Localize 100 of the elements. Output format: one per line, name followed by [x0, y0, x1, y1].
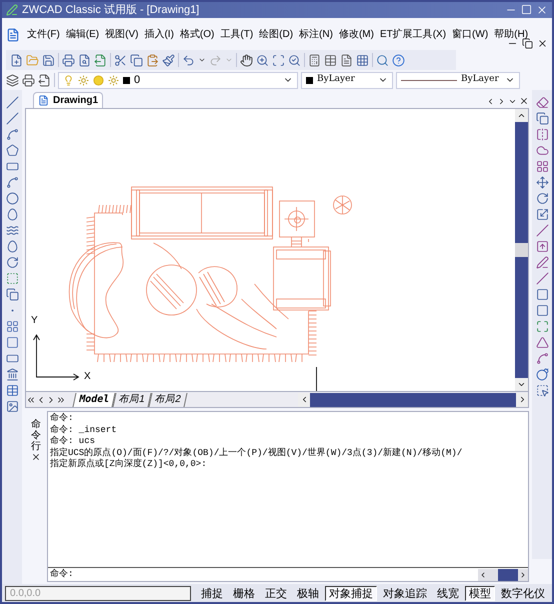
close-icon[interactable] — [519, 96, 529, 106]
status-toggle[interactable]: 对象追踪 — [379, 586, 431, 600]
move-icon[interactable] — [536, 176, 548, 189]
cursor-line — [316, 366, 317, 391]
zoom-icon[interactable] — [256, 54, 269, 66]
document-icon — [6, 28, 20, 42]
menu-item[interactable]: 帮助(H) — [491, 28, 532, 42]
next-icon[interactable] — [497, 96, 506, 106]
explode-icon[interactable] — [536, 368, 548, 381]
lightbulb-icon — [63, 74, 74, 86]
menu-item[interactable]: ET扩展工具(X) — [376, 28, 450, 42]
status-toggle[interactable]: 线宽 — [433, 586, 463, 600]
color-swatch-icon — [306, 76, 313, 84]
horizontal-scrollbar[interactable] — [478, 568, 528, 580]
menu-item[interactable]: 插入(I) — [141, 28, 177, 42]
search-icon[interactable] — [376, 54, 389, 66]
layer-manager-icon[interactable] — [6, 74, 19, 86]
scale-icon[interactable] — [536, 208, 548, 221]
layout-tab[interactable]: 布局1 — [112, 392, 152, 406]
app-logo-icon — [6, 4, 18, 16]
menu-item[interactable]: 绘图(D) — [256, 28, 296, 42]
color-dropdown[interactable]: ByLayer — [301, 72, 393, 88]
publish-icon[interactable] — [94, 54, 107, 66]
command-history-line: 命令: ucs — [50, 436, 96, 448]
match-properties-icon[interactable] — [162, 54, 175, 66]
line-icon[interactable] — [6, 96, 18, 109]
preview-icon[interactable] — [78, 54, 91, 66]
polygon-icon[interactable] — [6, 144, 18, 157]
menu-item[interactable]: 文件(F) — [24, 28, 63, 42]
menu-item[interactable]: 视图(V) — [102, 28, 142, 42]
status-toggle[interactable]: 模型 — [465, 586, 495, 600]
help-icon[interactable] — [392, 54, 405, 66]
layer-dropdown[interactable]: 0 — [58, 72, 298, 88]
copy-object-icon[interactable] — [536, 112, 548, 125]
image-icon[interactable] — [6, 400, 18, 413]
menu-item[interactable]: 修改(M) — [336, 28, 377, 42]
break-icon[interactable] — [536, 256, 548, 269]
scroll-thumb[interactable] — [515, 243, 528, 257]
spline-icon[interactable] — [6, 224, 18, 237]
select-icon[interactable] — [536, 384, 548, 397]
scroll-right-icon[interactable] — [519, 570, 527, 578]
layer-previous-icon[interactable] — [22, 74, 35, 86]
extend-icon[interactable] — [536, 240, 548, 253]
tool-palette-icon[interactable] — [340, 54, 353, 66]
scroll-up-icon[interactable] — [517, 111, 526, 120]
color-swatch-icon — [123, 76, 130, 84]
status-toggle[interactable]: 捕捉 — [197, 586, 227, 600]
scroll-down-icon[interactable] — [517, 380, 526, 389]
menu-item[interactable]: 编辑(E) — [62, 28, 102, 42]
maximize-icon[interactable] — [521, 4, 532, 15]
table-icon[interactable] — [6, 384, 18, 397]
polyline-icon[interactable] — [6, 128, 18, 141]
cut-icon[interactable] — [114, 54, 127, 66]
zoom-window-icon[interactable] — [272, 54, 285, 66]
zoom-previous-icon[interactable] — [288, 54, 301, 66]
axis-label: X — [84, 372, 91, 382]
status-toggle[interactable]: 正交 — [261, 586, 291, 600]
rotate-icon[interactable] — [536, 192, 548, 205]
status-toggle[interactable]: 数字化仪 — [497, 586, 549, 600]
vertical-scrollbar[interactable] — [515, 109, 528, 391]
layout-tab[interactable]: 布局2 — [148, 392, 187, 406]
arc-icon[interactable] — [6, 176, 18, 189]
layout-tab[interactable]: Model — [72, 392, 116, 406]
menu-item[interactable]: 窗口(W) — [449, 28, 492, 42]
status-toggle[interactable]: 栅格 — [229, 586, 259, 600]
last-tab-icon[interactable] — [56, 394, 66, 404]
document-tab[interactable]: Drawing1 — [33, 92, 104, 108]
undo-icon[interactable] — [182, 54, 195, 66]
array-icon[interactable] — [536, 160, 548, 173]
first-tab-icon[interactable] — [26, 394, 36, 404]
command-history-line: 命令: — [50, 413, 74, 424]
close-icon[interactable] — [537, 38, 548, 49]
caret-icon[interactable] — [198, 56, 206, 64]
linetype-dropdown[interactable]: ByLayer — [396, 72, 520, 88]
menu-item[interactable]: 标注(N) — [296, 28, 336, 42]
copy-icon[interactable] — [130, 54, 143, 66]
status-toggle[interactable]: 对象捕捉 — [325, 586, 377, 600]
print-icon[interactable] — [62, 54, 75, 66]
restore-icon[interactable] — [522, 38, 533, 49]
layer-state-icon[interactable] — [38, 74, 51, 86]
paste-icon[interactable] — [146, 54, 159, 66]
coordinates-display: 0.0,0.0 — [5, 586, 192, 600]
save-icon[interactable] — [42, 54, 55, 66]
scroll-left-icon[interactable] — [479, 570, 487, 578]
new-file-icon[interactable] — [10, 54, 23, 66]
mirror-icon[interactable] — [536, 128, 548, 141]
eraser-icon[interactable] — [536, 96, 548, 109]
previous-icon[interactable] — [486, 96, 495, 106]
horizontal-scrollbar[interactable] — [298, 392, 528, 406]
menu-item[interactable]: 格式(O) — [176, 28, 218, 42]
status-toggle[interactable]: 极轴 — [293, 586, 323, 600]
color-name: ByLayer — [317, 73, 355, 86]
construction-line-icon[interactable] — [6, 112, 18, 125]
layer-name: 0 — [134, 72, 140, 88]
command-prompt[interactable]: 命令: — [48, 568, 76, 582]
menu-item[interactable]: 工具(T) — [217, 28, 256, 42]
close-icon[interactable] — [31, 452, 41, 462]
circle-icon[interactable] — [6, 192, 18, 205]
rectangle-icon[interactable] — [6, 160, 18, 173]
pan-icon[interactable] — [240, 54, 253, 66]
